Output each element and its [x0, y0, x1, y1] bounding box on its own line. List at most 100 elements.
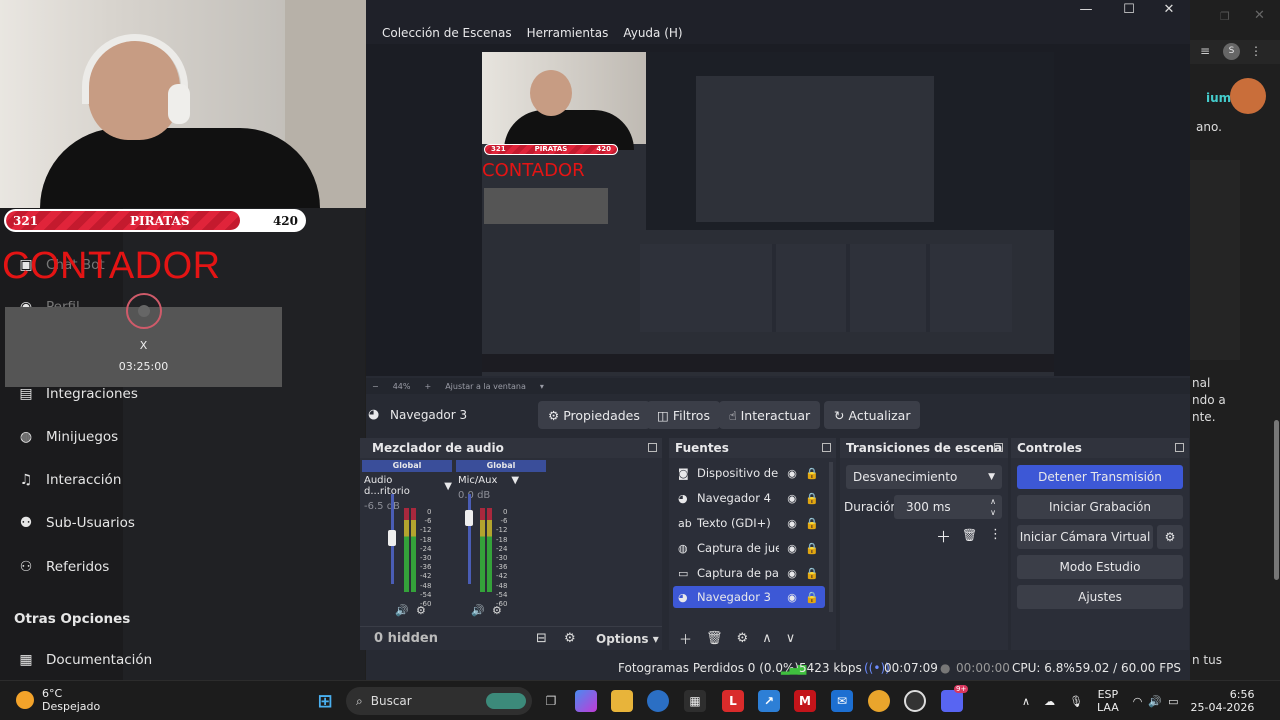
monitor-settings-icon[interactable]: ⚙ — [492, 604, 502, 617]
spin-arrows-icon[interactable]: ∧ ∨ — [990, 496, 996, 518]
fit-window[interactable]: Ajustar a la ventana — [445, 382, 526, 391]
eye-icon[interactable]: ◉ — [785, 517, 799, 530]
obs-icon[interactable] — [904, 690, 926, 712]
meter-scale: 0 -6 -12 -18 -24 -30 -36 -42 -48 -54 -60 — [496, 508, 508, 609]
trash-icon[interactable]: 🗑 — [962, 528, 977, 542]
undock-icon[interactable] — [994, 443, 1003, 452]
lock-icon[interactable]: 🔒 — [805, 517, 819, 530]
interact-button[interactable]: ☝ Interactuar — [719, 401, 821, 429]
undock-icon[interactable] — [1175, 443, 1184, 452]
copilot-icon[interactable] — [575, 690, 597, 712]
sidebar-item-docs[interactable]: ▦ Documentación — [18, 652, 152, 668]
lock-icon[interactable]: 🔒 — [805, 591, 819, 604]
wifi-icon[interactable]: ◠ — [1133, 695, 1143, 708]
speaker-icon[interactable]: 🔊 — [395, 604, 409, 617]
volume-knob[interactable] — [388, 530, 396, 546]
chevron-up-icon[interactable]: ∧ — [1022, 695, 1030, 708]
transition-select[interactable]: Desvanecimiento ▼ — [846, 465, 1002, 489]
volume-icon[interactable]: 🔊 — [1148, 695, 1162, 708]
file-explorer-icon[interactable] — [611, 690, 633, 712]
zoom-out-icon[interactable]: − — [372, 382, 379, 391]
chevron-down-icon[interactable]: ▼ — [444, 481, 452, 492]
discord-icon[interactable] — [941, 690, 963, 712]
sidebar-item-minigames[interactable]: ◍ Minijuegos — [18, 429, 118, 445]
more-icon[interactable]: ⋮ — [989, 527, 1002, 542]
volume-knob[interactable] — [465, 510, 473, 526]
chevron-down-icon[interactable]: ▾ — [540, 382, 544, 391]
app-l-icon[interactable]: L — [722, 690, 744, 712]
sidebar-item-referrals[interactable]: ⚇ Referidos — [18, 559, 110, 575]
close-icon[interactable]: ✕ — [1155, 2, 1183, 20]
store-icon[interactable]: ▦ — [684, 690, 706, 712]
options-dropdown[interactable]: Options ▾ — [596, 632, 659, 646]
eye-icon[interactable]: ◉ — [785, 591, 799, 604]
speaker-icon[interactable]: 🔊 — [471, 604, 485, 617]
undock-icon[interactable] — [822, 443, 831, 452]
search-box[interactable]: ⌕ Buscar — [346, 687, 532, 715]
source-item[interactable]: ▭Captura de pantalla ◉🔒 — [673, 562, 825, 584]
chevron-down-icon[interactable]: ∨ — [786, 631, 796, 646]
eye-icon[interactable]: ◉ — [785, 542, 799, 555]
layout-icon[interactable]: ⊟ — [536, 631, 547, 646]
maximize-icon[interactable]: ☐ — [1115, 2, 1143, 20]
menu-scene-collection[interactable]: Colección de Escenas — [382, 26, 512, 40]
sidebar-item-sub-users[interactable]: ⚉ Sub-Usuarios — [18, 515, 135, 531]
cloud-icon[interactable]: ☁ — [1044, 695, 1055, 708]
lock-icon[interactable]: 🔒 — [805, 567, 819, 580]
sidebar-item-integrations[interactable]: ▤ Integraciones — [18, 386, 137, 402]
trash-icon[interactable]: 🗑 — [706, 631, 723, 646]
weather-widget[interactable]: 6°C Despejado — [16, 687, 100, 713]
source-item-selected[interactable]: ◕ Navegador 3 ◉ 🔒 — [673, 586, 825, 608]
source-item[interactable]: ◙Dispositivo de captura de video ◉🔒 — [673, 462, 825, 484]
windows-start-icon[interactable]: ⊞ — [314, 690, 336, 712]
menu-tools[interactable]: Herramientas — [527, 26, 609, 40]
menu-help[interactable]: Ayuda (H) — [623, 26, 682, 40]
monitor-settings-icon[interactable]: ⚙ — [416, 604, 426, 617]
volume-slider-mic[interactable] — [468, 494, 471, 584]
scrollbar[interactable] — [1274, 420, 1279, 580]
virtual-cam-settings-button[interactable]: ⚙ — [1157, 525, 1183, 549]
minimize-icon[interactable]: — — [1072, 2, 1100, 20]
preview-canvas[interactable]: 321 PIRATAS 420 CONTADOR — [366, 44, 1190, 376]
start-virtual-cam-button[interactable]: Iniciar Cámara Virtual — [1017, 525, 1153, 549]
outlook-icon[interactable]: ✉ — [831, 690, 853, 712]
clock[interactable]: 6:56 25-04-2026 — [1191, 688, 1255, 714]
language-indicator[interactable]: ESP LAA — [1097, 688, 1119, 714]
task-view-icon[interactable]: ❐ — [540, 690, 562, 712]
source-item[interactable]: ◕ Navegador 4 ◉ 🔒 — [673, 487, 825, 509]
source-item[interactable]: ab Texto (GDI+) ◉ 🔒 — [673, 512, 825, 534]
mcafee-icon[interactable]: M — [794, 690, 816, 712]
chevron-down-icon[interactable]: ▼ — [511, 475, 519, 486]
eye-icon[interactable]: ◉ — [785, 492, 799, 505]
undock-icon[interactable] — [648, 443, 657, 452]
chrome-icon[interactable] — [868, 690, 890, 712]
mixer-settings-icon[interactable]: ⚙ — [564, 631, 576, 646]
lock-icon[interactable]: 🔒 — [805, 542, 819, 555]
battery-icon[interactable]: ▭ — [1168, 695, 1178, 708]
microphone-icon[interactable]: 🎙 — [1069, 695, 1083, 708]
stop-stream-button[interactable]: Detener Transmisión — [1017, 465, 1183, 489]
app-n-icon[interactable]: ↗ — [758, 690, 780, 712]
properties-button[interactable]: ⚙ Propiedades — [538, 401, 650, 429]
sidebar-item-interaction[interactable]: ♫ Interacción — [18, 472, 122, 488]
add-icon[interactable]: ＋ — [936, 526, 951, 547]
start-recording-button[interactable]: Iniciar Grabación — [1017, 495, 1183, 519]
scrollbar[interactable] — [829, 462, 833, 612]
gear-icon[interactable]: ⚙ — [737, 631, 749, 646]
gear-icon: ⚙ — [1164, 530, 1176, 544]
chevron-up-icon[interactable]: ∧ — [762, 631, 772, 646]
studio-mode-button[interactable]: Modo Estudio — [1017, 555, 1183, 579]
lock-icon[interactable]: 🔒 — [805, 492, 819, 505]
search-icon: ⌕ — [356, 693, 363, 708]
refresh-button[interactable]: ↻ Actualizar — [824, 401, 921, 429]
add-icon[interactable]: ＋ — [679, 629, 692, 648]
source-item[interactable]: ◍Captura de juego ◉🔒 — [673, 537, 825, 559]
duration-spinbox[interactable]: 300 ms ∧ ∨ — [894, 495, 1002, 519]
filters-button[interactable]: ◫ Filtros — [647, 401, 720, 429]
edge-icon[interactable] — [647, 690, 669, 712]
eye-icon[interactable]: ◉ — [785, 567, 799, 580]
settings-button[interactable]: Ajustes — [1017, 585, 1183, 609]
zoom-in-icon[interactable]: + — [424, 382, 431, 391]
lock-icon[interactable]: 🔒 — [805, 467, 819, 480]
eye-icon[interactable]: ◉ — [785, 467, 799, 480]
